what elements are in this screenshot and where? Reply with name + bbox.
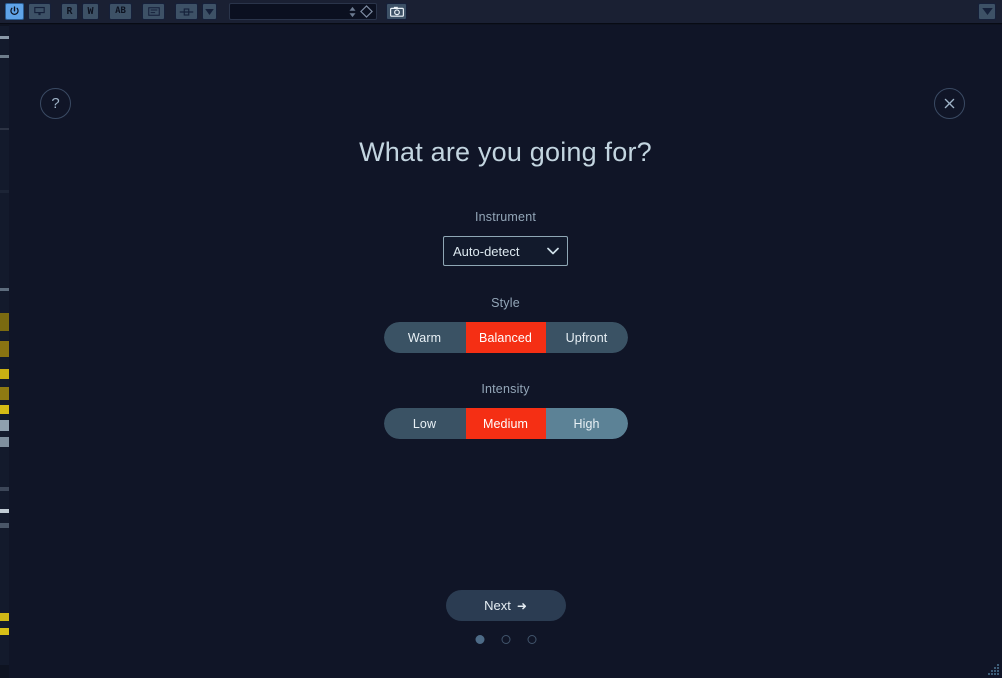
track-color-strip [0,628,9,635]
question-mark-icon: ? [51,95,60,112]
resize-grip-icon[interactable] [986,662,1000,676]
field-group-instrument: Instrument Auto-detect [9,210,1002,266]
intensity-option-label: Low [412,416,437,431]
style-option-label: Balanced [479,330,532,345]
style-option-upfront[interactable]: Upfront [545,322,628,353]
camera-glyph [389,6,404,17]
track-color-strip [0,130,9,190]
track-color-strip [0,420,9,431]
close-button[interactable] [934,88,965,119]
track-color-strip [0,513,9,523]
track-color-strip [0,291,9,313]
pagination-dot-3[interactable] [527,635,536,644]
intensity-option-medium[interactable]: Medium [465,408,546,439]
pagination-dot-1[interactable] [475,635,484,644]
track-color-strip [0,387,9,400]
read-automation-button[interactable]: R [61,3,78,20]
ab-compare-icon[interactable]: AB [109,3,132,20]
track-color-strip [0,491,9,509]
wizard-overlay: ? What are you going for? Instrument Aut… [9,25,1002,678]
track-color-strip [0,635,9,665]
intensity-option-high[interactable]: High [545,408,628,439]
intensity-option-label: High [573,416,600,431]
track-color-strip [0,331,9,341]
pagination-dot-2[interactable] [501,635,510,644]
track-color-strip [0,437,9,447]
track-color-strip [0,379,9,387]
routing-dropdown-button[interactable] [202,3,217,20]
intensity-option-label: Medium [482,416,529,431]
write-automation-button[interactable]: W [82,3,99,20]
monitor-glyph [34,6,45,16]
camera-icon[interactable] [386,3,407,20]
ab-compare-label: AB [115,6,126,16]
intensity-option-low[interactable]: Low [383,408,466,439]
track-color-strip [0,313,9,331]
field-group-style: Style Warm Balanced Upfront [9,296,1002,353]
style-option-label: Upfront [565,330,608,345]
track-color-strip [0,528,9,613]
style-option-warm[interactable]: Warm [383,322,466,353]
diamond-icon[interactable] [360,5,373,18]
style-label: Style [491,296,520,310]
track-color-strip [0,447,9,487]
monitor-icon[interactable] [28,3,51,20]
caret-down-icon [205,8,214,15]
style-option-label: Warm [407,330,442,345]
track-color-strip [0,341,9,357]
track-color-strip [0,621,9,628]
style-segmented-control: Warm Balanced Upfront [383,322,628,353]
next-button[interactable]: Next ➜ [445,590,566,621]
up-down-arrows-icon[interactable] [349,6,356,18]
preset-name-field[interactable] [229,3,377,20]
instrument-select[interactable]: Auto-detect [443,236,568,266]
toolbar-overflow-menu[interactable] [978,3,996,20]
close-x-icon [944,98,955,109]
track-color-strip [0,39,9,55]
intensity-label: Intensity [481,382,530,396]
read-automation-label: R [66,5,73,17]
track-color-strip [0,369,9,379]
caret-down-icon [981,8,993,15]
write-automation-label: W [87,5,94,17]
field-group-intensity: Intensity Low Medium High [9,382,1002,439]
page-title: What are you going for? [359,137,652,167]
track-color-strip [0,357,9,369]
power-icon[interactable] [5,3,24,20]
style-option-balanced[interactable]: Balanced [465,322,546,353]
track-color-strip [0,405,9,414]
arrow-right-icon: ➜ [516,598,527,613]
daw-track-color-strips [0,26,9,678]
pagination-dots [475,635,536,644]
instrument-select-wrapper: Auto-detect [443,236,568,266]
track-color-strip [0,58,9,128]
routing-icon[interactable] [175,3,198,20]
plugin-toolbar: R W AB [0,0,1002,24]
next-button-label: Next [484,598,511,613]
list-glyph [147,7,160,16]
instrument-select-value: Auto-detect [453,243,520,259]
power-glyph [10,6,19,15]
preset-list-icon[interactable] [142,3,165,20]
routing-glyph [179,7,194,16]
instrument-label: Instrument [474,210,537,224]
track-color-strip [0,26,9,36]
track-color-strip [0,193,9,288]
intensity-segmented-control: Low Medium High [383,408,628,439]
application-window: R W AB ? What are you going for? Instrum… [0,0,1002,678]
help-button[interactable]: ? [40,88,71,119]
track-color-strip [0,613,9,621]
